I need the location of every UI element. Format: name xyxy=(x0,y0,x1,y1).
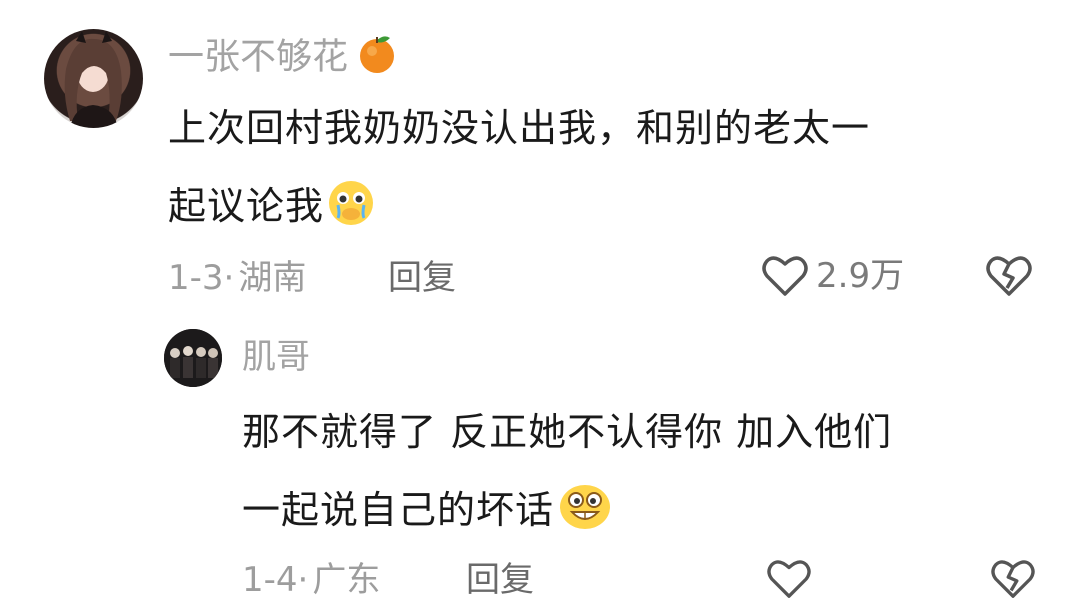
meta-separator: · xyxy=(223,258,235,298)
reply-meta: 1-4· 广东 xyxy=(242,560,380,600)
crying-emoji-icon xyxy=(326,178,376,239)
watermark-overlay xyxy=(820,554,1075,600)
username-text[interactable]: 一张不够花 xyxy=(168,37,348,78)
reply-location: 广东 xyxy=(312,560,381,600)
like-button[interactable]: 2.9万 xyxy=(762,254,904,298)
reply-button[interactable]: 回复 xyxy=(466,560,534,600)
comment-location: 湖南 xyxy=(238,258,307,298)
grinning-emoji-icon xyxy=(558,482,612,543)
like-count: 2.9万 xyxy=(816,256,905,296)
dislike-icon[interactable] xyxy=(986,254,1032,298)
comment-meta: 1-3· 湖南 xyxy=(168,258,306,298)
reply-date: 1-4 xyxy=(242,560,298,600)
reply-button[interactable]: 回复 xyxy=(388,258,456,298)
orange-emoji-icon xyxy=(356,32,398,85)
heart-icon[interactable] xyxy=(762,254,808,298)
heart-icon[interactable] xyxy=(766,558,812,600)
comment-text-line: 起议论我 xyxy=(168,178,376,239)
reply-avatar[interactable] xyxy=(164,329,222,387)
reply-text: 一起说自己的坏话 xyxy=(242,488,555,532)
reply-text-line: 一起说自己的坏话 xyxy=(242,482,612,543)
meta-separator: · xyxy=(297,560,309,600)
commenter-username[interactable]: 一张不够花 xyxy=(168,32,398,85)
reply-text-line: 那不就得了 反正她不认得你 加入他们 xyxy=(242,410,893,454)
commenter-avatar[interactable] xyxy=(44,29,143,128)
comment-date: 1-3 xyxy=(168,258,224,298)
dislike-icon[interactable] xyxy=(990,558,1036,600)
reply-username[interactable]: 肌哥 xyxy=(242,336,310,378)
comment-text: 起议论我 xyxy=(168,184,325,228)
comment-text-line: 上次回村我奶奶没认出我，和别的老太一 xyxy=(168,106,871,150)
